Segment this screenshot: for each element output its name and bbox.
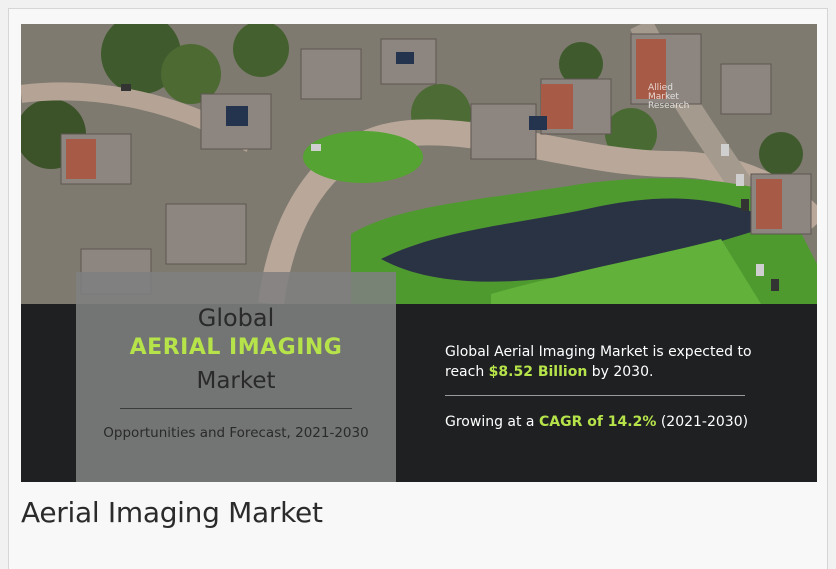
- market-size-value: $8.52 Billion: [488, 364, 588, 380]
- market-stats: Global Aerial Imaging Market is expected…: [445, 342, 785, 432]
- market-infographic-image[interactable]: Allied Market Research Global AERIAL IMA…: [21, 24, 817, 482]
- title-line-global: Global: [197, 304, 275, 332]
- title-subtitle: Opportunities and Forecast, 2021-2030: [103, 425, 369, 441]
- stats-divider: [445, 395, 745, 396]
- title-line-market: Market: [196, 368, 276, 394]
- cagr-value: CAGR of 14.2%: [538, 414, 657, 430]
- image-caption: Aerial Imaging Market: [21, 496, 323, 529]
- title-divider: [120, 408, 352, 409]
- cagr-statement: Growing at a CAGR of 14.2% (2021-2030): [445, 412, 785, 432]
- market-size-statement: Global Aerial Imaging Market is expected…: [445, 342, 785, 382]
- aerial-neighborhood-photo: [21, 24, 817, 304]
- brand-logo: Allied Market Research: [648, 84, 728, 118]
- title-card: Global AERIAL IMAGING Market Opportuniti…: [76, 272, 396, 482]
- cagr-suffix: (2021-2030): [656, 414, 749, 430]
- market-size-suffix: by 2030.: [587, 364, 654, 380]
- logo-line3: Research: [648, 101, 690, 111]
- title-line-aerial-imaging: AERIAL IMAGING: [129, 335, 343, 360]
- cagr-prefix: Growing at a: [445, 414, 539, 430]
